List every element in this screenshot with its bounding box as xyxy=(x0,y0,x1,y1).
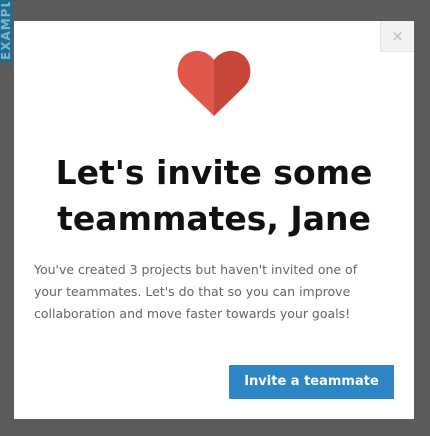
background-side-tab-label: EXAMPLES xyxy=(1,2,12,60)
modal-title-line-2: teammates, Jane xyxy=(57,199,371,238)
background-side-tab[interactable]: EXAMPLES xyxy=(0,0,12,62)
invite-teammate-button[interactable]: Invite a teammate xyxy=(229,365,394,399)
heart-icon xyxy=(177,50,251,116)
close-icon: × xyxy=(391,26,404,45)
modal-message-line-3: collaboration and move faster towards yo… xyxy=(34,306,351,321)
modal-title: Let's invite some teammates, Jane xyxy=(14,150,414,242)
invite-modal: × Let's invite some teammates, Jane You'… xyxy=(14,21,414,419)
close-button[interactable]: × xyxy=(380,21,414,52)
modal-message-line-2: your teammates. Let's do that so you can… xyxy=(34,284,351,299)
modal-message-line-1: You've created 3 projects but haven't in… xyxy=(34,262,358,277)
modal-message: You've created 3 projects but haven't in… xyxy=(34,259,394,325)
modal-title-line-1: Let's invite some xyxy=(55,153,373,192)
